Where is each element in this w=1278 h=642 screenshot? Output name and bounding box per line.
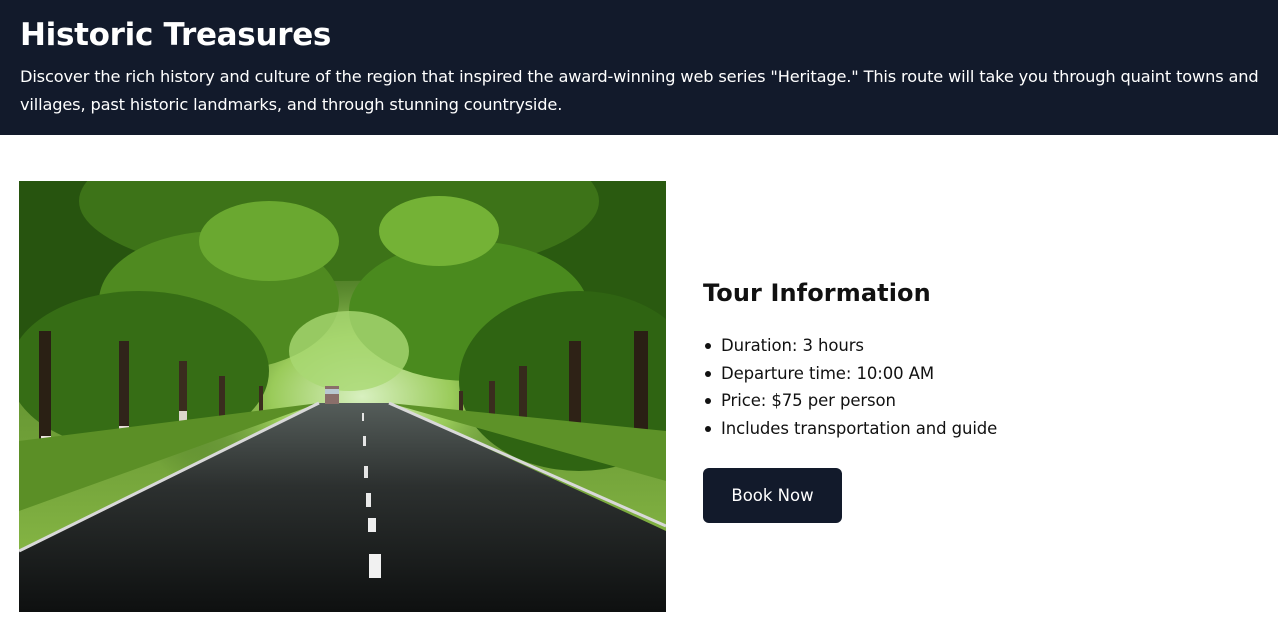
tree-tunnel-road-photo — [19, 181, 666, 612]
book-now-button[interactable]: Book Now — [703, 468, 842, 523]
tour-information: Tour Information Duration: 3 hours Depar… — [703, 276, 1223, 523]
detail-includes: Includes transportation and guide — [705, 415, 1223, 443]
detail-duration: Duration: 3 hours — [705, 332, 1223, 360]
tour-heading: Tour Information — [703, 279, 931, 307]
detail-departure-time: Departure time: 10:00 AM — [705, 360, 1223, 388]
page-header: Historic Treasures Discover the rich his… — [0, 0, 1278, 135]
page-title: Historic Treasures — [20, 17, 332, 53]
tour-details-list: Duration: 3 hours Departure time: 10:00 … — [703, 332, 1223, 442]
route-description: Discover the rich history and culture of… — [20, 67, 1259, 114]
detail-price: Price: $75 per person — [705, 387, 1223, 415]
